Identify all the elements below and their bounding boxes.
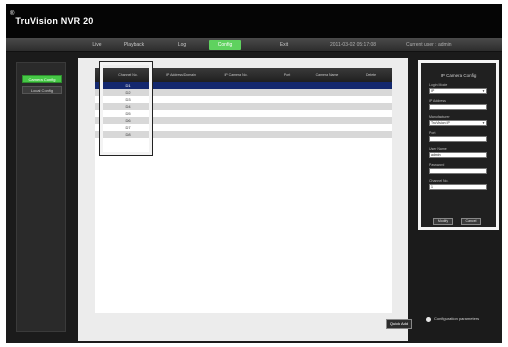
config-params-radio[interactable] bbox=[426, 317, 431, 322]
quick-add-button[interactable]: Quick Add bbox=[386, 319, 412, 329]
ip-camera-config-panel: IP Camera Config Login Mode IP ▼ IP Addre… bbox=[418, 60, 499, 230]
col-camera-name[interactable]: Camera Name bbox=[307, 68, 347, 82]
modify-button[interactable]: Modify bbox=[433, 218, 453, 225]
password-input[interactable] bbox=[429, 168, 487, 174]
manufacturer-select[interactable]: TruVision IP ▼ bbox=[429, 120, 487, 126]
title-bar: ® TruVision NVR 20 bbox=[6, 4, 502, 38]
dropdown-arrow-icon: ▼ bbox=[482, 121, 485, 125]
manufacturer-value: TruVision IP bbox=[431, 121, 450, 125]
channel-column-highlight bbox=[100, 62, 152, 155]
nav-current-user: Current user : admin bbox=[406, 42, 452, 48]
col-ip-address[interactable]: IP Address/Domain bbox=[155, 68, 207, 82]
dropdown-arrow-icon: ▼ bbox=[482, 89, 485, 93]
config-params-label: Configuration parameters bbox=[434, 316, 480, 321]
nav-log[interactable]: Log bbox=[171, 40, 193, 50]
login-mode-select[interactable]: IP ▼ bbox=[429, 88, 487, 94]
channel-no-input[interactable]: 1 bbox=[429, 184, 487, 190]
user-name-input[interactable]: admin bbox=[429, 152, 487, 158]
col-ip-camera-no[interactable]: IP Camera No. bbox=[215, 68, 257, 82]
nav-live[interactable]: Live bbox=[85, 40, 109, 50]
nav-config[interactable]: Config bbox=[209, 40, 241, 50]
nav-datetime: 2011-03-02 05:17:08 bbox=[330, 42, 377, 48]
nav-exit[interactable]: Exit bbox=[274, 40, 294, 50]
ip-address-input[interactable] bbox=[429, 104, 487, 110]
app-title: TruVision NVR 20 bbox=[15, 16, 94, 26]
sidebar: Camera Config Local Config bbox=[16, 62, 66, 332]
nav-playback[interactable]: Playback bbox=[118, 40, 150, 50]
col-port[interactable]: Port bbox=[275, 68, 299, 82]
logo-mark: ® bbox=[10, 11, 15, 17]
login-mode-value: IP bbox=[431, 89, 435, 93]
cancel-button[interactable]: Cancel bbox=[461, 218, 481, 225]
panel-title: IP Camera Config bbox=[440, 73, 477, 78]
port-input[interactable] bbox=[429, 136, 487, 142]
logo: ® TruVision NVR 20 bbox=[10, 10, 93, 27]
col-delete[interactable]: Delete bbox=[358, 68, 384, 82]
sidebar-item-local-config[interactable]: Local Config bbox=[22, 86, 62, 94]
sidebar-item-camera-config[interactable]: Camera Config bbox=[22, 75, 62, 83]
main-nav: Live Playback Log Config Exit 2011-03-02… bbox=[6, 38, 502, 52]
